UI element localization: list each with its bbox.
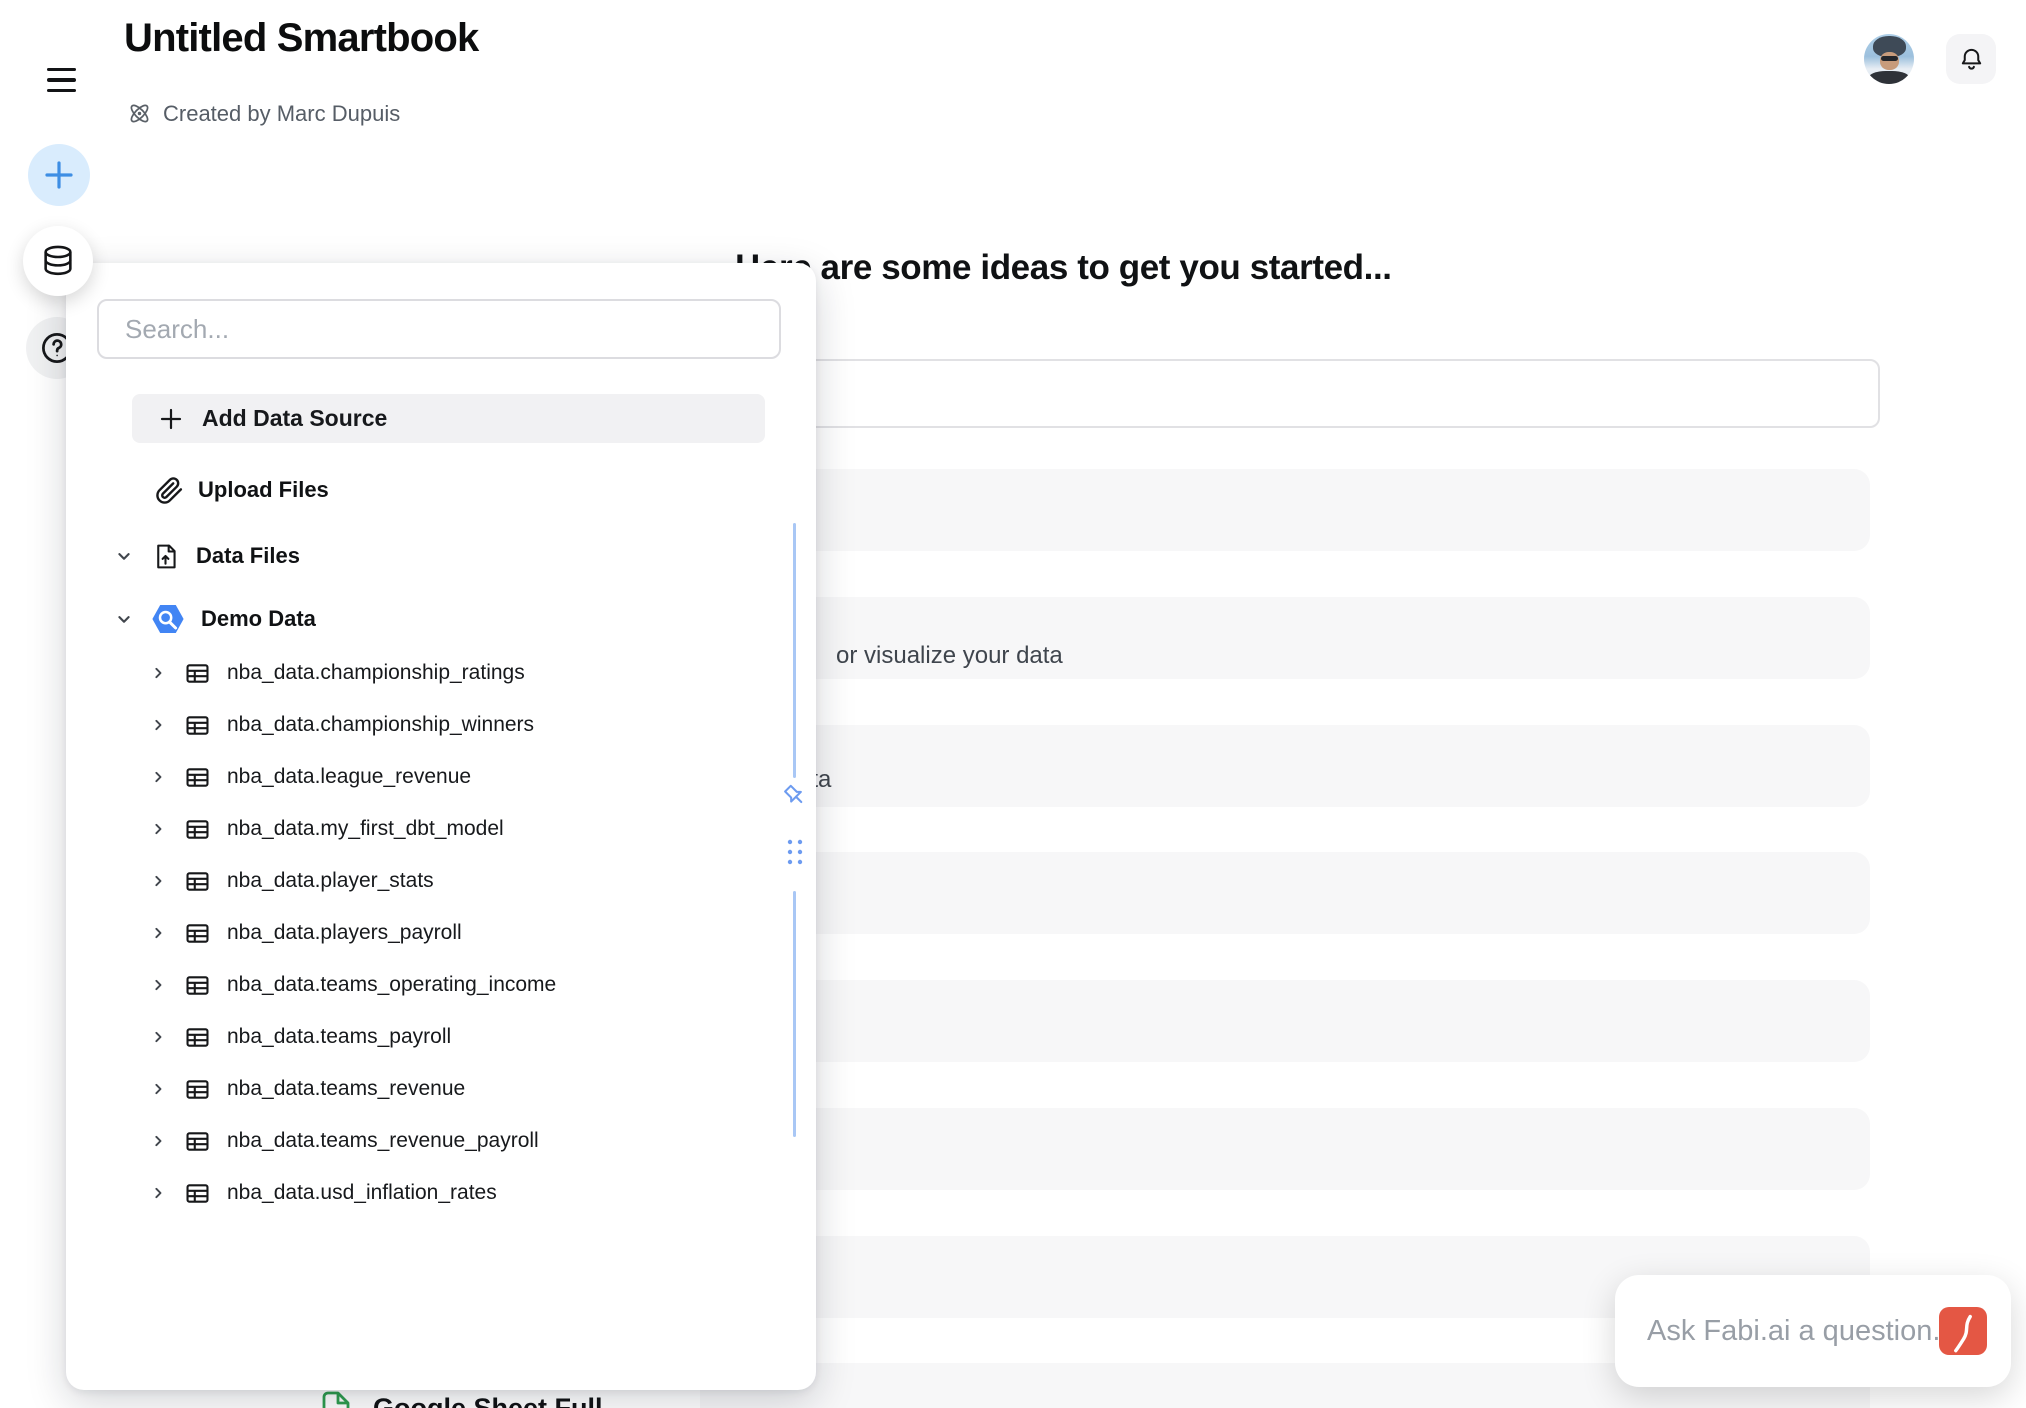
search-input[interactable]: [97, 299, 781, 359]
table-icon: [183, 711, 212, 740]
chevron-right-icon[interactable]: [148, 663, 168, 683]
chevron-down-icon[interactable]: [113, 545, 135, 567]
table-name: nba_data.my_first_dbt_model: [227, 817, 504, 841]
table-icon: [183, 971, 212, 1000]
ask-fabi-submit-button[interactable]: [1939, 1307, 1987, 1355]
table-list-item[interactable]: nba_data.teams_revenue: [140, 1063, 780, 1115]
table-list-item[interactable]: nba_data.usd_inflation_rates: [140, 1167, 780, 1219]
suggestion-card[interactable]: [700, 725, 1870, 807]
drag-dots-icon: [785, 837, 807, 869]
chevron-right-icon[interactable]: [148, 1027, 168, 1047]
menu-button[interactable]: [47, 60, 83, 100]
ask-fabi-input[interactable]: [1647, 1315, 1939, 1348]
pin-panel-button[interactable]: [778, 781, 810, 813]
chevron-right-icon[interactable]: [148, 715, 168, 735]
drag-handle[interactable]: [785, 837, 807, 869]
table-list-item[interactable]: nba_data.player_stats: [140, 855, 780, 907]
table-name: nba_data.championship_winners: [227, 713, 534, 737]
chevron-right-icon[interactable]: [148, 975, 168, 995]
table-list-item[interactable]: nba_data.my_first_dbt_model: [140, 803, 780, 855]
page-title[interactable]: Untitled Smartbook: [124, 16, 479, 61]
table-list-item[interactable]: nba_data.teams_revenue_payroll: [140, 1115, 780, 1167]
google-sheet-icon: [317, 1389, 355, 1408]
scrollbar-indicator[interactable]: [793, 523, 796, 778]
suggestion-card[interactable]: [700, 852, 1870, 934]
chevron-right-icon[interactable]: [148, 923, 168, 943]
fabi-logo-icon: [1940, 1308, 1986, 1354]
table-icon: [183, 1127, 212, 1156]
data-files-label: Data Files: [196, 543, 300, 569]
bigquery-icon: [151, 602, 185, 636]
table-list-item[interactable]: nba_data.players_payroll: [140, 907, 780, 959]
question-input-box[interactable]: [700, 359, 1880, 428]
suggestion-card[interactable]: [700, 1108, 1870, 1190]
suggestion-text-fragment: or visualize your data: [836, 642, 1063, 670]
upload-files-item[interactable]: Upload Files: [106, 463, 329, 517]
table-icon: [183, 815, 212, 844]
table-icon: [183, 1075, 212, 1104]
data-source-panel: Add Data Source Upload Files Data Files …: [66, 263, 816, 1390]
atom-icon: [126, 100, 153, 127]
table-icon: [183, 763, 212, 792]
add-cell-button[interactable]: [28, 144, 90, 206]
table-icon: [183, 867, 212, 896]
plus-icon: [42, 158, 76, 192]
chevron-right-icon[interactable]: [148, 819, 168, 839]
plus-icon: [158, 406, 184, 432]
data-files-section[interactable]: Data Files: [106, 529, 300, 583]
paperclip-icon: [155, 476, 184, 505]
chevron-right-icon[interactable]: [148, 1131, 168, 1151]
table-name: nba_data.championship_ratings: [227, 661, 525, 685]
table-name: nba_data.usd_inflation_rates: [227, 1181, 497, 1205]
table-list-item[interactable]: nba_data.championship_ratings: [140, 647, 780, 699]
pin-icon: [778, 781, 810, 813]
table-list-item[interactable]: nba_data.league_revenue: [140, 751, 780, 803]
file-upload-icon: [151, 542, 180, 571]
table-list-item[interactable]: nba_data.teams_operating_income: [140, 959, 780, 1011]
table-name: nba_data.teams_revenue: [227, 1077, 465, 1101]
add-data-source-button[interactable]: Add Data Source: [132, 394, 765, 443]
chevron-right-icon[interactable]: [148, 767, 168, 787]
chevron-right-icon[interactable]: [148, 1079, 168, 1099]
ideas-heading: Here are some ideas to get you started..…: [735, 248, 1392, 288]
notifications-button[interactable]: [1946, 34, 1996, 84]
database-icon: [39, 242, 77, 280]
suggestion-card[interactable]: [700, 980, 1870, 1062]
bell-icon: [1958, 46, 1985, 73]
table-icon: [183, 919, 212, 948]
table-name: nba_data.players_payroll: [227, 921, 462, 945]
table-icon: [183, 1179, 212, 1208]
suggestion-card[interactable]: [700, 469, 1870, 551]
ask-fabi-bar: [1615, 1275, 2011, 1387]
table-list-item[interactable]: nba_data.teams_payroll: [140, 1011, 780, 1063]
table-name: nba_data.league_revenue: [227, 765, 471, 789]
table-list-item[interactable]: nba_data.championship_winners: [140, 699, 780, 751]
created-by-label: Created by Marc Dupuis: [163, 101, 400, 127]
chevron-right-icon[interactable]: [148, 871, 168, 891]
table-icon: [183, 1023, 212, 1052]
table-list: nba_data.championship_ratings nba_data.c…: [140, 647, 780, 1219]
created-by: Created by Marc Dupuis: [126, 100, 400, 127]
table-name: nba_data.teams_operating_income: [227, 973, 556, 997]
scrollbar-indicator[interactable]: [793, 891, 796, 1137]
google-sheet-item[interactable]: Google Sheet Full...: [317, 1389, 625, 1408]
user-avatar[interactable]: [1864, 34, 1914, 84]
table-name: nba_data.teams_revenue_payroll: [227, 1129, 539, 1153]
table-icon: [183, 659, 212, 688]
chevron-down-icon[interactable]: [113, 608, 135, 630]
add-data-source-label: Add Data Source: [202, 405, 387, 432]
demo-data-label: Demo Data: [201, 606, 316, 632]
table-name: nba_data.player_stats: [227, 869, 434, 893]
chevron-right-icon[interactable]: [148, 1183, 168, 1203]
table-name: nba_data.teams_payroll: [227, 1025, 451, 1049]
google-sheet-label: Google Sheet Full...: [373, 1393, 625, 1408]
demo-data-section[interactable]: Demo Data: [106, 592, 316, 646]
data-sources-button[interactable]: [23, 226, 93, 296]
upload-files-label: Upload Files: [198, 477, 329, 503]
